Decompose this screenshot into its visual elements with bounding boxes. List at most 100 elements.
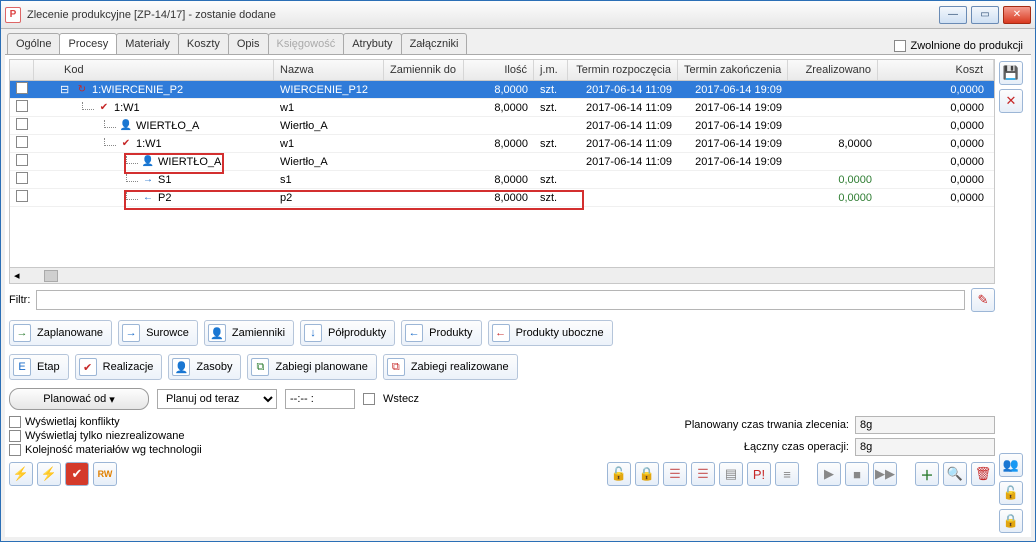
opt-konflikty-checkbox[interactable] xyxy=(9,416,21,428)
row-checkbox[interactable] xyxy=(16,118,28,130)
play-button[interactable]: ▶ xyxy=(817,462,841,486)
action-icon: ↓ xyxy=(304,324,322,342)
action-zaplanowane[interactable]: →Zaplanowane xyxy=(9,320,112,346)
row-kod: 1:W1 xyxy=(136,138,162,150)
row-nazwa: w1 xyxy=(274,138,384,150)
tab-atrybuty[interactable]: Atrybuty xyxy=(343,33,401,54)
row-koszt: 0,0000 xyxy=(878,174,994,186)
skip-button[interactable]: ▶▶ xyxy=(873,462,897,486)
maximize-button[interactable]: ▭ xyxy=(971,6,999,24)
tab-opis[interactable]: Opis xyxy=(228,33,269,54)
lock-open-button[interactable]: 🔓 xyxy=(607,462,631,486)
action-realizacje[interactable]: ✔Realizacje xyxy=(75,354,163,380)
checkred-icon: ✔ xyxy=(97,101,111,115)
zwolnione-checkbox[interactable] xyxy=(894,40,906,52)
plan-mode-combo[interactable]: Planuj od teraz xyxy=(157,389,277,409)
action-icon: → xyxy=(13,324,31,342)
process-grid: Kod Nazwa Zamiennik do Ilość j.m. Termin… xyxy=(9,59,995,284)
gantt2-button[interactable]: ☰ xyxy=(691,462,715,486)
side-user-button[interactable]: 👥 xyxy=(999,453,1023,477)
titlebar: P Zlecenie produkcyjne [ZP-14/17] - zost… xyxy=(1,1,1035,29)
action-zamienniki[interactable]: 👤 Zamienniki xyxy=(204,320,294,346)
bolt2-button[interactable]: ⚡ xyxy=(37,462,61,486)
opt-kolejnosc-checkbox[interactable] xyxy=(9,444,21,456)
action-label: Etap xyxy=(37,361,60,373)
action-icon: ← xyxy=(405,324,423,342)
row-real: 0,0000 xyxy=(788,174,878,186)
tab-procesy[interactable]: Procesy xyxy=(59,33,117,54)
action-icon: 👤 xyxy=(208,324,226,342)
col-kod[interactable]: Kod xyxy=(34,60,274,80)
horizontal-scrollbar[interactable]: ◂ xyxy=(10,267,994,283)
action-surowce[interactable]: →Surowce xyxy=(118,320,198,346)
action-etap[interactable]: E Etap xyxy=(9,354,69,380)
plan-from-button[interactable]: Planować od ▾ xyxy=(9,388,149,410)
col-start[interactable]: Termin rozpoczęcia xyxy=(568,60,678,80)
side-lock2-button[interactable]: 🔒 xyxy=(999,509,1023,533)
action-label: Półprodukty xyxy=(328,327,386,339)
action-label: Zamienniki xyxy=(232,327,285,339)
close-button[interactable]: ✕ xyxy=(1003,6,1031,24)
list-button[interactable]: ≡ xyxy=(775,462,799,486)
side-lock1-button[interactable]: 🔓 xyxy=(999,481,1023,505)
row-ilosc: 8,0000 xyxy=(464,174,534,186)
col-real[interactable]: Zrealizowano xyxy=(788,60,878,80)
col-end[interactable]: Termin zakończenia xyxy=(678,60,788,80)
warn-button[interactable]: P! xyxy=(747,462,771,486)
save-button[interactable]: 💾 xyxy=(999,61,1023,85)
filter-label: Filtr: xyxy=(9,294,30,306)
col-zamiennik[interactable]: Zamiennik do xyxy=(384,60,464,80)
row-nazwa: Wiertło_A xyxy=(274,156,384,168)
rw-button[interactable]: RW xyxy=(93,462,117,486)
bolt1-button[interactable]: ⚡ xyxy=(9,462,33,486)
action-zabiegi planowane[interactable]: ⧉Zabiegi planowane xyxy=(247,354,376,380)
stop-button[interactable]: ■ xyxy=(845,462,869,486)
action-produkty uboczne[interactable]: ←Produkty uboczne xyxy=(488,320,613,346)
col-nazwa[interactable]: Nazwa xyxy=(274,60,384,80)
tab-materialy[interactable]: Materiały xyxy=(116,33,179,54)
cancel-button[interactable]: ✕ xyxy=(999,89,1023,113)
table-row[interactable]: ←P2p28,0000szt.0,00000,0000 xyxy=(10,189,994,207)
tab-koszty[interactable]: Koszty xyxy=(178,33,229,54)
table-row[interactable]: ⊟↻1:WIERCENIE_P2WIERCENIE_P128,0000szt.2… xyxy=(10,81,994,99)
bottom-delete-button[interactable]: 🗑 xyxy=(971,462,995,486)
filter-clear-button[interactable]: ✎ xyxy=(971,288,995,312)
action-produkty[interactable]: ←Produkty xyxy=(401,320,481,346)
minimize-button[interactable]: — xyxy=(939,6,967,24)
col-koszt[interactable]: Koszt xyxy=(878,60,994,80)
plan-time-input[interactable] xyxy=(285,389,355,409)
action-icon: E xyxy=(13,358,31,376)
row-jm: szt. xyxy=(534,102,568,114)
lock-closed-button[interactable]: 🔒 xyxy=(635,462,659,486)
row-checkbox[interactable] xyxy=(16,136,28,148)
table-row[interactable]: 👤WIERTŁO_AWiertło_A2017-06-14 11:092017-… xyxy=(10,153,994,171)
table-row[interactable]: ✔1:W1w18,0000szt.2017-06-14 11:092017-06… xyxy=(10,135,994,153)
row-kod: WIERTŁO_A xyxy=(136,120,199,132)
action-icon: ✔ xyxy=(79,358,97,376)
table-row[interactable]: 👤WIERTŁO_AWiertło_A2017-06-14 11:092017-… xyxy=(10,117,994,135)
bolt3-button[interactable]: ✔ xyxy=(65,462,89,486)
table-row[interactable]: ✔1:W1w18,0000szt.2017-06-14 11:092017-06… xyxy=(10,99,994,117)
row-checkbox[interactable] xyxy=(16,190,28,202)
col-ilosc[interactable]: Ilość xyxy=(464,60,534,80)
opt-niezreal-checkbox[interactable] xyxy=(9,430,21,442)
table-row[interactable]: →S1s18,0000szt.0,00000,0000 xyxy=(10,171,994,189)
action-zasoby[interactable]: 👤Zasoby xyxy=(168,354,241,380)
wstecz-checkbox[interactable] xyxy=(363,393,375,405)
tab-ogolne[interactable]: Ogólne xyxy=(7,33,60,54)
row-koszt: 0,0000 xyxy=(878,192,994,204)
bottom-edit-button[interactable]: 🔍 xyxy=(943,462,967,486)
filter-input[interactable] xyxy=(36,290,965,310)
action-zabiegi realizowane[interactable]: ⧉Zabiegi realizowane xyxy=(383,354,518,380)
row-checkbox[interactable] xyxy=(16,100,28,112)
add-button[interactable]: ＋ xyxy=(915,462,939,486)
row-start: 2017-06-14 11:09 xyxy=(568,138,678,150)
action-półprodukty[interactable]: ↓ Półprodukty xyxy=(300,320,395,346)
row-checkbox[interactable] xyxy=(16,172,28,184)
gantt1-button[interactable]: ☰ xyxy=(663,462,687,486)
tab-zalaczniki[interactable]: Załączniki xyxy=(401,33,468,54)
row-checkbox[interactable] xyxy=(16,154,28,166)
col-jm[interactable]: j.m. xyxy=(534,60,568,80)
row-checkbox[interactable] xyxy=(16,82,28,94)
report-button[interactable]: ▤ xyxy=(719,462,743,486)
